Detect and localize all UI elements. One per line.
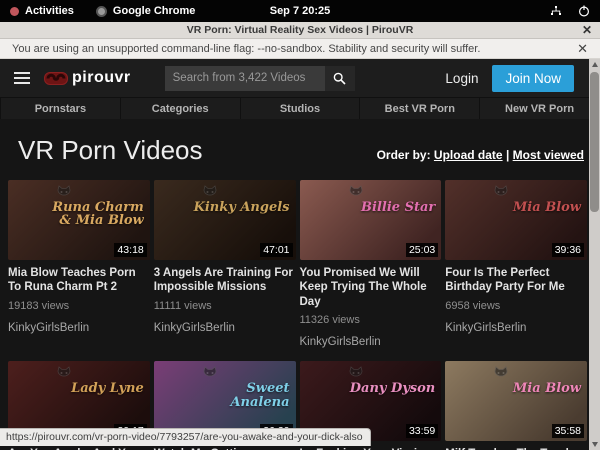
nav-item[interactable]: Studios (241, 98, 361, 119)
order-by-upload-date-link[interactable]: Upload date (434, 148, 503, 162)
video-studio-link[interactable]: KinkyGirlsBerlin (445, 322, 587, 334)
power-icon[interactable] (578, 5, 590, 17)
studio-logo-badge (56, 366, 72, 385)
video-thumbnail[interactable]: Mia Blow 39:36 (445, 180, 587, 260)
nav-item-label: New VR Porn (505, 103, 574, 115)
video-title[interactable]: Mia Blow Teaches Porn To Runa Charm Pt 2 (8, 266, 150, 295)
video-studio-link[interactable]: KinkyGirlsBerlin (154, 322, 296, 334)
search-input[interactable] (165, 66, 325, 91)
order-separator: | (506, 148, 509, 162)
duration-badge: 47:01 (260, 243, 292, 257)
activities-label: Activities (25, 5, 74, 17)
activities-button[interactable]: Activities (10, 5, 74, 17)
video-views: 19183 views (8, 300, 150, 312)
vr-headset-icon (44, 72, 68, 85)
desktop-top-bar: Activities Google Chrome Sep 7 20:25 (0, 0, 600, 22)
duration-badge: 33:59 (406, 424, 438, 438)
active-app-label: Google Chrome (113, 5, 196, 17)
clock[interactable]: Sep 7 20:25 (270, 5, 331, 17)
duration-badge: 35:58 (552, 424, 584, 438)
thumbnail-overlay-title: Runa Charm & Mia Blow (45, 201, 144, 228)
webpage: pirouvr Login Join Now Pornstars Categor… (0, 59, 600, 450)
distro-dot-icon (10, 7, 19, 16)
nav-item-label: Categories (152, 103, 209, 115)
scrollbar-up-arrow-icon[interactable] (592, 62, 598, 67)
search-bar (165, 66, 355, 91)
thumbnail-overlay-title: Sweet Analena (190, 382, 289, 409)
site-logo[interactable]: pirouvr (44, 69, 131, 87)
join-now-button[interactable]: Join Now (492, 65, 574, 92)
video-thumbnail[interactable]: Billie Star 25:03 (300, 180, 442, 260)
video-card[interactable]: Billie Star 25:03 You Promised We Will K… (300, 180, 442, 348)
video-studio-link[interactable]: KinkyGirlsBerlin (8, 322, 150, 334)
window-close-icon[interactable]: ✕ (582, 23, 592, 37)
search-button[interactable] (325, 66, 355, 91)
scrollbar-thumb[interactable] (590, 72, 599, 212)
video-thumbnail[interactable]: Kinky Angels 47:01 (154, 180, 296, 260)
video-title[interactable]: 3 Angels Are Training For Impossible Mis… (154, 266, 296, 295)
video-thumbnail[interactable]: Mia Blow 35:58 (445, 361, 587, 441)
nav-item-label: Studios (280, 103, 320, 115)
search-icon (333, 72, 346, 85)
order-by-controls: Order by: Upload date | Most viewed (377, 148, 584, 166)
video-title[interactable]: Four Is The Perfect Birthday Party For M… (445, 266, 587, 295)
status-bar-url: https://pirouvr.com/vr-porn-video/779325… (0, 428, 371, 446)
site-header: pirouvr Login Join Now (0, 59, 600, 97)
logo-text: pirouvr (72, 69, 131, 87)
thumbnail-overlay-title: Mia Blow (513, 201, 581, 215)
video-thumbnail[interactable]: Runa Charm & Mia Blow 43:18 (8, 180, 150, 260)
login-link[interactable]: Login (445, 71, 478, 86)
video-views: 11326 views (300, 314, 442, 326)
studio-logo-badge (493, 185, 509, 204)
order-by-label: Order by: (377, 148, 431, 162)
nav-item[interactable]: Best VR Porn (360, 98, 480, 119)
scrollbar-down-arrow-icon[interactable] (592, 442, 598, 447)
infobar-close-icon[interactable]: ✕ (577, 41, 588, 57)
nav-item-label: Pornstars (35, 103, 86, 115)
thumbnail-overlay-title: Mia Blow (513, 382, 581, 396)
active-app-menu[interactable]: Google Chrome (96, 5, 196, 17)
video-studio-link[interactable]: KinkyGirlsBerlin (300, 336, 442, 348)
window-title: VR Porn: Virtual Reality Sex Videos | Pi… (187, 24, 414, 36)
video-card[interactable]: Runa Charm & Mia Blow 43:18 Mia Blow Tea… (8, 180, 150, 348)
thumbnail-overlay-title: Lady Lyne (71, 382, 144, 396)
video-views: 6958 views (445, 300, 587, 312)
main-nav: Pornstars Categories Studios Best VR Por… (0, 97, 600, 119)
thumbnail-overlay-title: Dany Dyson (350, 382, 436, 396)
network-icon[interactable] (550, 6, 562, 17)
thumbnail-overlay-title: Kinky Angels (194, 201, 290, 215)
browser-title-bar: VR Porn: Virtual Reality Sex Videos | Pi… (0, 22, 600, 39)
page-title: VR Porn Videos (18, 135, 203, 166)
chrome-icon (96, 6, 107, 17)
video-card[interactable]: Mia Blow 39:36 Four Is The Perfect Birth… (445, 180, 587, 348)
vertical-scrollbar[interactable] (589, 59, 600, 450)
duration-badge: 39:36 (552, 243, 584, 257)
duration-badge: 43:18 (114, 243, 146, 257)
studio-logo-badge (493, 366, 509, 385)
unsupported-flag-infobar: You are using an unsupported command-lin… (0, 39, 600, 59)
video-card[interactable]: Kinky Angels 47:01 3 Angels Are Training… (154, 180, 296, 348)
infobar-message: You are using an unsupported command-lin… (12, 43, 480, 55)
video-views: 11111 views (154, 300, 296, 312)
video-card[interactable]: Mia Blow 35:58 Milf Teaches The Teacher … (445, 361, 587, 450)
thumbnail-overlay-title: Billie Star (361, 201, 435, 215)
video-title[interactable]: You Promised We Will Keep Trying The Who… (300, 266, 442, 309)
video-grid: Runa Charm & Mia Blow 43:18 Mia Blow Tea… (0, 178, 600, 450)
nav-item[interactable]: Categories (121, 98, 241, 119)
hamburger-menu-icon[interactable] (14, 72, 30, 84)
nav-item[interactable]: New VR Porn (480, 98, 600, 119)
duration-badge: 25:03 (406, 243, 438, 257)
nav-item[interactable]: Pornstars (0, 98, 121, 119)
nav-item-label: Best VR Porn (385, 103, 455, 115)
order-by-most-viewed-link[interactable]: Most viewed (513, 148, 584, 162)
